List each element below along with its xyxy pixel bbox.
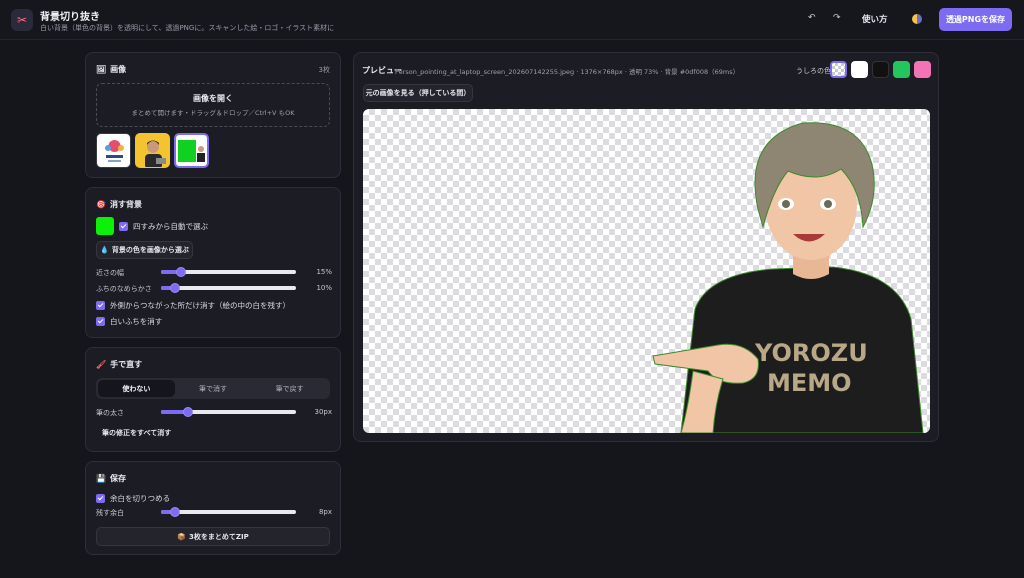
auto-pick-checkbox[interactable] — [119, 222, 128, 231]
remove-background-panel: 🎯 消す背景 四すみから自動で選ぶ 💧 背景の色を画像から選ぶ 近さの幅 15%… — [85, 187, 341, 338]
bg-color-label: うしろの色 — [796, 67, 831, 75]
swatch-green[interactable] — [893, 61, 910, 78]
remove-panel-title: 消す背景 — [109, 200, 142, 209]
preview-canvas[interactable]: YOROZU MEMO — [363, 109, 930, 433]
swatch-checker[interactable] — [830, 61, 847, 78]
app-subtitle: 白い背景（単色の背景）を透明にして、透過PNGに。スキャンした絵・ロゴ・イラスト… — [40, 24, 335, 32]
thumbnail-person[interactable] — [135, 133, 170, 168]
image-icon: 🖼 — [96, 65, 107, 74]
white-edge-label: 白いふちを消す — [110, 317, 163, 326]
shirt-text-line2: MEMO — [767, 369, 852, 397]
smooth-label: ふちのなめらかさ — [96, 285, 152, 293]
shirt-text-line1: YOROZU — [754, 339, 868, 367]
tolerance-value: 15% — [316, 268, 332, 276]
tolerance-slider[interactable] — [161, 267, 296, 277]
save-panel-title: 保存 — [109, 474, 126, 483]
floppy-icon: 💾 — [96, 474, 106, 483]
package-icon: 📦 — [177, 532, 187, 541]
open-image-hint: まとめて開けます・ドラッグ＆ドロップ／Ctrl+V もOK — [131, 109, 295, 117]
manual-panel-title: 手で直す — [110, 360, 143, 369]
auto-pick-label: 四すみから自動で選ぶ — [133, 222, 208, 231]
margin-slider[interactable] — [161, 507, 296, 517]
swatch-pink[interactable] — [914, 61, 931, 78]
manual-fix-panel: 🖌 手で直す 使わない 筆で消す 筆で戻す 筆の太さ 30px 筆の修正をすべて… — [85, 347, 341, 452]
swatch-black[interactable] — [872, 61, 889, 78]
outside-only-checkbox[interactable] — [96, 301, 105, 310]
compare-original-button[interactable]: 元の画像を見る（押している間） — [363, 84, 473, 102]
thumbnail-logo[interactable] — [96, 133, 131, 168]
save-png-button[interactable]: 透過PNGを保存 — [939, 8, 1012, 31]
preview-meta: Person_pointing_at_laptop_screen_2026071… — [395, 68, 740, 76]
help-button[interactable]: 使い方 — [856, 11, 894, 27]
theme-toggle-icon[interactable] — [912, 14, 922, 24]
brush-icon: 🖌 — [96, 360, 107, 369]
brush-size-value: 30px — [314, 408, 333, 416]
open-image-title: 画像を開く — [193, 94, 233, 103]
preview-panel: プレビュー Person_pointing_at_laptop_screen_2… — [353, 52, 939, 442]
tolerance-label: 近さの幅 — [96, 269, 124, 277]
images-panel-title: 画像 — [110, 65, 127, 74]
droplet-icon: 💧 — [100, 246, 109, 254]
images-panel: 🖼 画像 3枚 画像を開く まとめて開けます・ドラッグ＆ドロップ／Ctrl+V … — [85, 52, 341, 178]
margin-value: 8px — [318, 508, 332, 516]
cutout-character: YOROZU MEMO — [652, 122, 924, 433]
margin-label: 残す余白 — [96, 509, 124, 517]
reset-brush-button[interactable]: 筆の修正をすべて消す — [102, 428, 171, 438]
thumbnail-greenscreen[interactable] — [174, 133, 209, 168]
undo-icon[interactable]: ↶ — [808, 13, 816, 23]
eyedropper-button[interactable]: 💧 背景の色を画像から選ぶ — [96, 241, 193, 259]
eyedropper-label: 背景の色を画像から選ぶ — [111, 246, 189, 254]
scissors-icon: ✂ — [11, 9, 33, 31]
swatch-white[interactable] — [851, 61, 868, 78]
smooth-slider[interactable] — [161, 283, 296, 293]
trim-checkbox[interactable] — [96, 494, 105, 503]
background-color-swatch[interactable] — [96, 217, 114, 235]
mode-erase[interactable]: 筆で消す — [175, 380, 252, 397]
mode-off[interactable]: 使わない — [98, 380, 175, 397]
outside-only-label: 外側からつながった所だけ消す（絵の中の白を残す） — [110, 301, 290, 310]
app-header: ✂ 背景切り抜き 白い背景（単色の背景）を透明にして、透過PNGに。スキャンした… — [0, 0, 1024, 40]
trim-label: 余白を切りつめる — [110, 494, 171, 503]
open-image-dropzone[interactable]: 画像を開く まとめて開けます・ドラッグ＆ドロップ／Ctrl+V もOK — [96, 83, 330, 127]
save-panel: 💾 保存 余白を切りつめる 残す余白 8px 📦 3枚をまとめてZIP — [85, 461, 341, 555]
zip-button[interactable]: 📦 3枚をまとめてZIP — [96, 527, 330, 546]
zip-label: 3枚をまとめてZIP — [189, 532, 249, 541]
mode-restore[interactable]: 筆で戻す — [251, 380, 328, 397]
app-title: 背景切り抜き — [40, 12, 100, 23]
smooth-value: 10% — [316, 284, 332, 292]
brush-mode-segmented: 使わない 筆で消す 筆で戻す — [96, 378, 330, 399]
image-count: 3枚 — [318, 66, 330, 74]
target-icon: 🎯 — [96, 200, 106, 209]
redo-icon[interactable]: ↷ — [833, 13, 841, 23]
brush-size-label: 筆の太さ — [96, 409, 124, 417]
white-edge-checkbox[interactable] — [96, 317, 105, 326]
brush-size-slider[interactable] — [161, 407, 296, 417]
